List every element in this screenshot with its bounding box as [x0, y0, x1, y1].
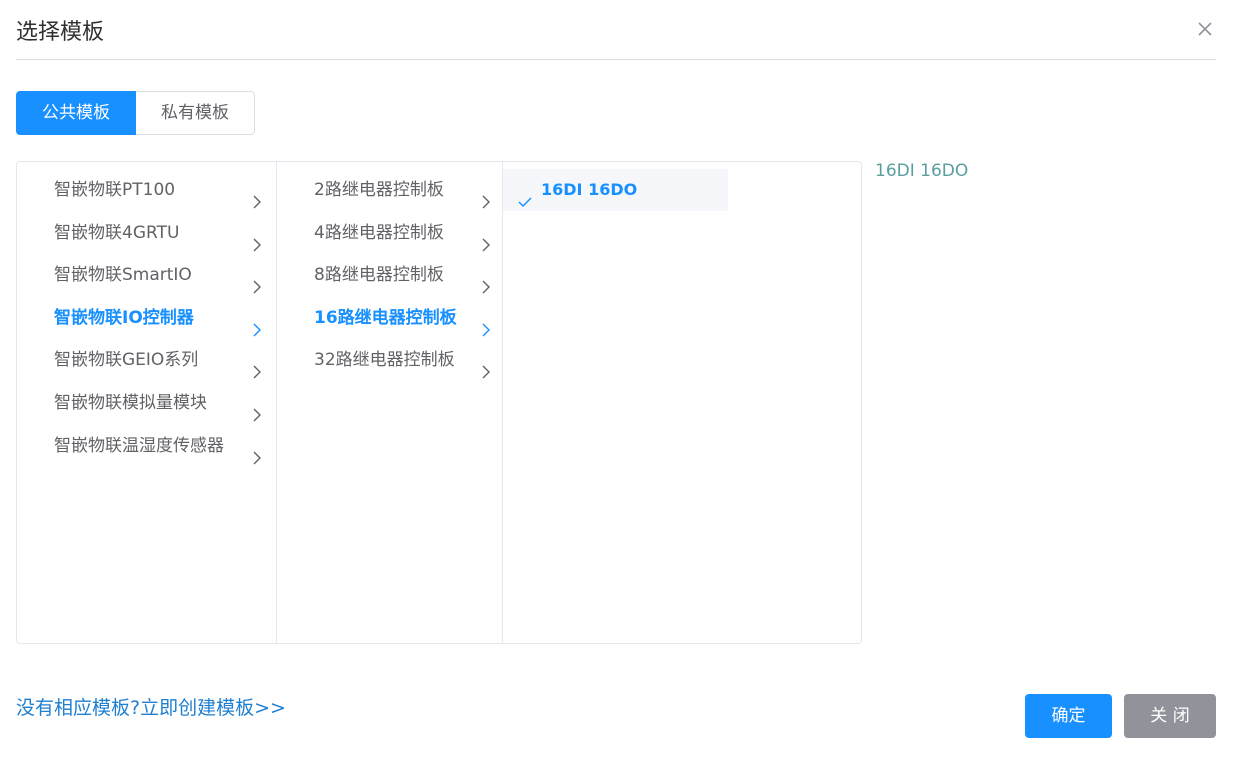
cascader-option[interactable]: 智嵌物联SmartIO [17, 254, 276, 297]
cascader-option[interactable]: 4路继电器控制板 [277, 212, 502, 255]
tab-private-templates[interactable]: 私有模板 [136, 91, 255, 135]
close-icon[interactable] [1194, 18, 1216, 40]
option-label: 2路继电器控制板 [314, 180, 444, 200]
select-template-dialog: 选择模板 公共模板 私有模板 智嵌物联PT100 智嵌物联4GRTU 智嵌物联S… [0, 0, 1240, 759]
dialog-title: 选择模板 [16, 20, 105, 45]
chevron-right-icon [250, 396, 264, 422]
option-label: 智嵌物联温湿度传感器 [54, 435, 224, 456]
chevron-right-icon [250, 311, 264, 337]
chevron-right-icon [479, 353, 493, 379]
create-template-link[interactable]: 没有相应模板?立即创建模板>> [16, 695, 286, 721]
dialog-header: 选择模板 [16, 0, 1216, 60]
selected-template-value: 16DI 16DO [875, 161, 969, 181]
chevron-right-icon [479, 311, 493, 337]
cascader-option[interactable]: 2路继电器控制板 [277, 169, 502, 212]
cascader-option-active[interactable]: 智嵌物联IO控制器 [17, 297, 276, 340]
cascader-option[interactable]: 8路继电器控制板 [277, 254, 502, 297]
chevron-right-icon [250, 353, 264, 379]
option-label: 32路继电器控制板 [314, 350, 455, 371]
template-type-tabs: 公共模板 私有模板 [16, 91, 255, 135]
cascader-option[interactable]: 32路继电器控制板 [277, 339, 502, 382]
chevron-right-icon [479, 183, 493, 209]
option-label: 4路继电器控制板 [314, 222, 444, 243]
cascader-menu-level2: 2路继电器控制板 4路继电器控制板 8路继电器控制板 16路继电器控制板 32路… [277, 162, 503, 643]
check-icon [518, 183, 532, 208]
cascader-option[interactable]: 智嵌物联PT100 [17, 169, 276, 212]
cascader-option-active[interactable]: 16路继电器控制板 [277, 297, 502, 340]
cascader-option-selected[interactable]: 16DI 16DO [503, 169, 728, 211]
option-label: 智嵌物联4GRTU [54, 222, 180, 243]
chevron-right-icon [250, 183, 264, 209]
option-label: 智嵌物联PT100 [54, 180, 176, 200]
cascader-option[interactable]: 智嵌物联温湿度传感器 [17, 425, 276, 468]
cascader-menu-level3: 16DI 16DO [503, 162, 861, 643]
option-label: 智嵌物联IO控制器 [54, 307, 194, 328]
chevron-right-icon [479, 226, 493, 252]
cascader-option[interactable]: 智嵌物联4GRTU [17, 212, 276, 255]
option-label: 16DI 16DO [541, 180, 638, 199]
template-cascader: 智嵌物联PT100 智嵌物联4GRTU 智嵌物联SmartIO 智嵌物联IO控制… [16, 161, 862, 644]
chevron-right-icon [250, 226, 264, 252]
chevron-right-icon [250, 439, 264, 465]
option-label: 智嵌物联SmartIO [54, 265, 192, 286]
tab-public-templates[interactable]: 公共模板 [16, 91, 136, 135]
close-button[interactable]: 关 闭 [1124, 694, 1216, 738]
option-label: 智嵌物联模拟量模块 [54, 392, 207, 413]
cascader-option[interactable]: 智嵌物联GEIO系列 [17, 339, 276, 382]
chevron-right-icon [479, 268, 493, 294]
chevron-right-icon [250, 268, 264, 294]
confirm-button[interactable]: 确定 [1025, 694, 1112, 738]
option-label: 16路继电器控制板 [314, 307, 457, 328]
option-label: 智嵌物联GEIO系列 [54, 350, 199, 371]
cascader-option[interactable]: 智嵌物联模拟量模块 [17, 382, 276, 425]
cascader-menu-level1: 智嵌物联PT100 智嵌物联4GRTU 智嵌物联SmartIO 智嵌物联IO控制… [17, 162, 277, 643]
option-label: 8路继电器控制板 [314, 265, 444, 286]
